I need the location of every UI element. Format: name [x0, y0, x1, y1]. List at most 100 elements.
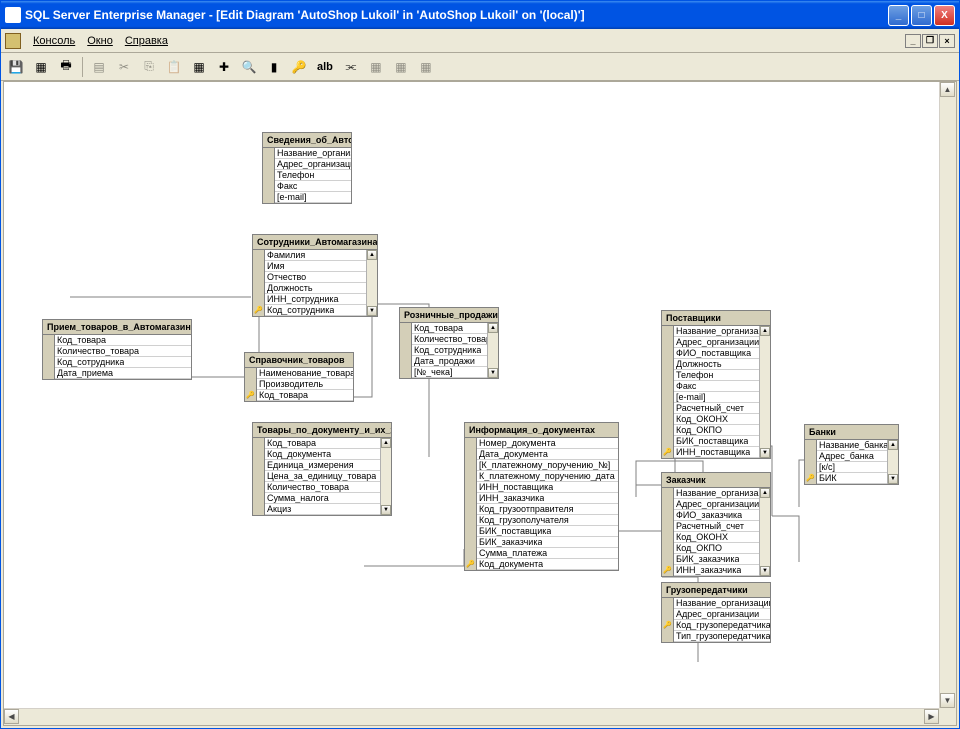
table-row[interactable]: 🔑Код_документа	[465, 559, 618, 570]
menu-help[interactable]: Справка	[119, 33, 174, 49]
table-row[interactable]: БИК_поставщика	[662, 436, 770, 447]
table-row[interactable]: Код_ОКПО	[662, 425, 770, 436]
column-scrollbar[interactable]: ▲▼	[366, 250, 377, 316]
table-row[interactable]: ИНН_заказчика	[465, 493, 618, 504]
table-header[interactable]: Информация_о_документах	[465, 423, 618, 438]
close-button[interactable]: X	[934, 5, 955, 26]
table-sotrudniki[interactable]: Сотрудники_Автомагазина ФамилияИмяОтчест…	[252, 234, 378, 317]
table-header[interactable]: Заказчик	[662, 473, 770, 488]
table-row[interactable]: Код_ОКПО	[662, 543, 770, 554]
column-scrollbar[interactable]: ▲▼	[759, 326, 770, 458]
scroll-up-icon[interactable]: ▲	[760, 326, 770, 336]
copy-icon[interactable]: ⎘	[138, 56, 160, 78]
table-row[interactable]: БИК_заказчика	[465, 537, 618, 548]
table-row[interactable]: Код_товара	[253, 438, 391, 449]
table-row[interactable]: [№_чека]	[400, 367, 498, 378]
column-scrollbar[interactable]: ▲▼	[380, 438, 391, 515]
table-roznica[interactable]: Розничные_продажи Код_товараКоличество_т…	[399, 307, 499, 379]
table-row[interactable]: Сумма_платежа	[465, 548, 618, 559]
table-row[interactable]: Наименование_товара	[245, 368, 353, 379]
page-breaks-icon[interactable]: ▦	[365, 56, 387, 78]
column-scrollbar[interactable]: ▲▼	[759, 488, 770, 576]
table-row[interactable]: Номер_документа	[465, 438, 618, 449]
table-row[interactable]: Тип_грузопередатчика	[662, 631, 770, 642]
table-row[interactable]: Адрес_организации	[662, 609, 770, 620]
table-tovary-doc[interactable]: Товары_по_документу_и_их_хар: Код_товара…	[252, 422, 392, 516]
minimize-button[interactable]: _	[888, 5, 909, 26]
table-row[interactable]: Факс	[662, 381, 770, 392]
table-row[interactable]: Телефон	[662, 370, 770, 381]
table-row[interactable]: 🔑ИНН_заказчика	[662, 565, 770, 576]
scroll-up-icon[interactable]: ▲	[488, 323, 498, 333]
table-row[interactable]: Должность	[662, 359, 770, 370]
scroll-down-icon[interactable]: ▼	[888, 474, 898, 484]
table-row[interactable]: Код_ОКОНХ	[662, 532, 770, 543]
table-row[interactable]: Отчество	[253, 272, 377, 283]
table-header[interactable]: Товары_по_документу_и_их_хар:	[253, 423, 391, 438]
table-row[interactable]: 🔑Код_сотрудника	[253, 305, 377, 316]
table-row[interactable]: [к/с]	[805, 462, 898, 473]
autosize-icon[interactable]: ▦	[415, 56, 437, 78]
table-row[interactable]: Код_грузоотправителя	[465, 504, 618, 515]
table-row[interactable]: ФИО_заказчика	[662, 510, 770, 521]
properties-icon[interactable]: ▦	[30, 56, 52, 78]
column-scrollbar[interactable]: ▲▼	[487, 323, 498, 378]
table-row[interactable]: Название_организаци	[662, 326, 770, 337]
table-row[interactable]: Адрес_организации	[662, 337, 770, 348]
table-row[interactable]: Расчетный_счет	[662, 521, 770, 532]
column-scrollbar[interactable]: ▲▼	[887, 440, 898, 484]
scroll-down-icon[interactable]: ▼	[381, 505, 391, 515]
table-row[interactable]: Цена_за_единицу_товара	[253, 471, 391, 482]
scroll-up-icon[interactable]: ▲	[367, 250, 377, 260]
table-row[interactable]: Производитель	[245, 379, 353, 390]
table-row[interactable]: Адрес_организации	[662, 499, 770, 510]
relationships-icon[interactable]: ⫘	[340, 56, 362, 78]
horizontal-scrollbar[interactable]: ◀ ▶	[4, 708, 939, 725]
table-row[interactable]: Адрес_банка	[805, 451, 898, 462]
table-row[interactable]: К_платежному_поручению_дата	[465, 471, 618, 482]
table-row[interactable]: Код_товара	[43, 335, 191, 346]
table-row[interactable]: Код_сотрудника	[400, 345, 498, 356]
save-icon[interactable]: 💾	[5, 56, 27, 78]
table-row[interactable]: [К_платежному_поручению_№]	[465, 460, 618, 471]
mdi-restore-button[interactable]: ❐	[922, 34, 938, 48]
print-icon[interactable]: 🖶	[55, 56, 77, 78]
table-row[interactable]: Имя	[253, 261, 377, 272]
scroll-down-icon[interactable]: ▼	[367, 306, 377, 316]
table-row[interactable]: Фамилия	[253, 250, 377, 261]
table-row[interactable]: 🔑БИК	[805, 473, 898, 484]
scroll-right-button[interactable]: ▶	[924, 709, 939, 724]
table-row[interactable]: Акциз	[253, 504, 391, 515]
vertical-scrollbar[interactable]: ▲ ▼	[939, 82, 956, 708]
cut-icon[interactable]: ✂	[113, 56, 135, 78]
paste-icon[interactable]: 📋	[163, 56, 185, 78]
titlebar[interactable]: SQL Server Enterprise Manager - [Edit Di…	[1, 1, 959, 29]
table-row[interactable]: Количество_товара	[43, 346, 191, 357]
table-header[interactable]: Розничные_продажи	[400, 308, 498, 323]
scroll-up-icon[interactable]: ▲	[381, 438, 391, 448]
table-row[interactable]: Расчетный_счет	[662, 403, 770, 414]
scroll-down-icon[interactable]: ▼	[760, 448, 770, 458]
maximize-button[interactable]: □	[911, 5, 932, 26]
table-postavshiki[interactable]: Поставщики Название_организациАдрес_орга…	[661, 310, 771, 459]
scroll-up-icon[interactable]: ▲	[760, 488, 770, 498]
table-row[interactable]: ФИО_поставщика	[662, 348, 770, 359]
ab-label[interactable]: alb	[313, 61, 337, 73]
sql-icon[interactable]: ▮	[263, 56, 285, 78]
table-row[interactable]: 🔑ИНН_поставщика	[662, 447, 770, 458]
table-row[interactable]: Название_организаци	[662, 488, 770, 499]
table-row[interactable]: Единица_измерения	[253, 460, 391, 471]
table-zakazchik[interactable]: Заказчик Название_организациАдрес_органи…	[661, 472, 771, 577]
table-row[interactable]: ИНН_сотрудника	[253, 294, 377, 305]
table-row[interactable]: Дата_продажи	[400, 356, 498, 367]
table-row[interactable]: Код_товара	[400, 323, 498, 334]
table-row[interactable]: Код_ОКОНХ	[662, 414, 770, 425]
table-row[interactable]: БИК_поставщика	[465, 526, 618, 537]
table-row[interactable]: Должность	[253, 283, 377, 294]
zoom-icon[interactable]: 🔍	[238, 56, 260, 78]
key-icon[interactable]: 🔑	[288, 56, 310, 78]
table-info-doc[interactable]: Информация_о_документах Номер_документаД…	[464, 422, 619, 571]
table-spravochnik[interactable]: Справочник_товаров Наименование_товараПр…	[244, 352, 354, 402]
table-header[interactable]: Прием_товаров_в_Автомагазин	[43, 320, 191, 335]
scroll-up-button[interactable]: ▲	[940, 82, 955, 97]
